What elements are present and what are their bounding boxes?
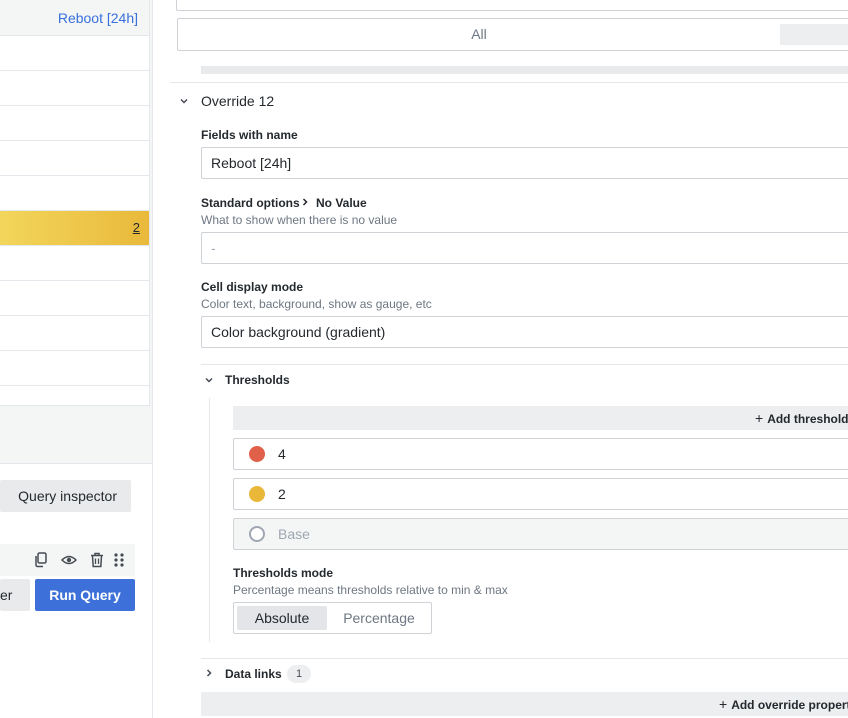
fields-with-name-label: Fields with name: [201, 128, 298, 142]
add-override-property-button[interactable]: + Add override propert: [201, 692, 848, 716]
threshold-row-base: Base: [233, 518, 848, 550]
chevron-down-icon[interactable]: [179, 96, 189, 109]
table-row: [0, 36, 149, 71]
threshold-color-swatch[interactable]: [249, 446, 265, 462]
plus-icon: +: [755, 410, 764, 426]
table-row: [0, 176, 149, 211]
add-threshold-button[interactable]: + Add threshold: [233, 406, 848, 430]
mode-absolute-option[interactable]: Absolute: [237, 606, 327, 630]
thresholds-mode-label: Thresholds mode: [233, 566, 334, 580]
threshold-row[interactable]: 2: [233, 478, 848, 510]
panel-preview: Reboot [24h] 2 Query inspector er Run Qu…: [0, 0, 152, 718]
threshold-value: Base: [278, 526, 310, 542]
divider: [201, 658, 848, 659]
table-row: [0, 351, 149, 386]
query-options-button[interactable]: er: [0, 579, 30, 611]
threshold-row[interactable]: 4: [233, 438, 848, 470]
standard-options-label: Standard options: [201, 196, 300, 210]
cell-value-link[interactable]: 2: [133, 220, 140, 235]
eye-icon[interactable]: [60, 552, 78, 568]
table-preview: Reboot [24h] 2: [0, 0, 150, 406]
table-row: [0, 246, 149, 281]
divider: [170, 82, 848, 83]
copy-icon[interactable]: [34, 552, 48, 568]
filter-all-option[interactable]: All: [178, 19, 780, 50]
threshold-value: 2: [278, 486, 286, 502]
threshold-color-swatch[interactable]: [249, 486, 265, 502]
options-search-input[interactable]: [176, 0, 848, 11]
no-value-description: What to show when there is no value: [201, 213, 398, 227]
fields-with-name-select[interactable]: Reboot [24h]: [201, 147, 848, 179]
threshold-color-swatch[interactable]: [249, 526, 265, 542]
cell-display-mode-description: Color text, background, show as gauge, e…: [201, 297, 432, 311]
trash-icon[interactable]: [90, 552, 104, 568]
table-row: [0, 281, 149, 316]
table-row: [0, 106, 149, 141]
mode-percentage-option[interactable]: Percentage: [334, 606, 424, 630]
drag-handle-icon[interactable]: [112, 552, 126, 568]
table-header-reboot[interactable]: Reboot [24h]: [0, 0, 149, 36]
chevron-right-icon: [300, 197, 310, 210]
panel-editor: Reboot [24h] 2 Query inspector er Run Qu…: [0, 0, 848, 718]
thresholds-title[interactable]: Thresholds: [225, 373, 290, 387]
override-title[interactable]: Override 12: [201, 93, 274, 109]
cell-display-mode-select[interactable]: Color background (gradient): [201, 316, 848, 348]
divider: [201, 364, 848, 365]
options-filter-toggle: All: [177, 18, 848, 51]
thresholds-mode-toggle: Absolute Percentage: [233, 602, 432, 634]
table-row: [0, 316, 149, 351]
cell-display-mode-label: Cell display mode: [201, 280, 304, 294]
data-links-count-badge: 1: [287, 665, 311, 683]
no-value-label: No Value: [316, 196, 367, 210]
data-links-title[interactable]: Data links: [225, 667, 282, 681]
table-row: [0, 141, 149, 176]
chevron-down-icon[interactable]: [204, 375, 214, 388]
no-value-input[interactable]: -: [201, 232, 848, 264]
thresholds-mode-description: Percentage means thresholds relative to …: [233, 583, 508, 597]
chevron-right-icon[interactable]: [204, 668, 214, 681]
query-inspector-button[interactable]: Query inspector: [0, 480, 131, 512]
thresholds-indent-line: [209, 398, 210, 642]
table-row-highlighted: 2: [0, 211, 149, 246]
threshold-value: 4: [278, 446, 286, 462]
run-query-button[interactable]: Run Query: [35, 579, 135, 611]
previous-override-footer: [201, 66, 848, 74]
plus-icon: +: [719, 696, 728, 712]
table-row: [0, 71, 149, 106]
filter-overrides-option[interactable]: [780, 24, 848, 45]
